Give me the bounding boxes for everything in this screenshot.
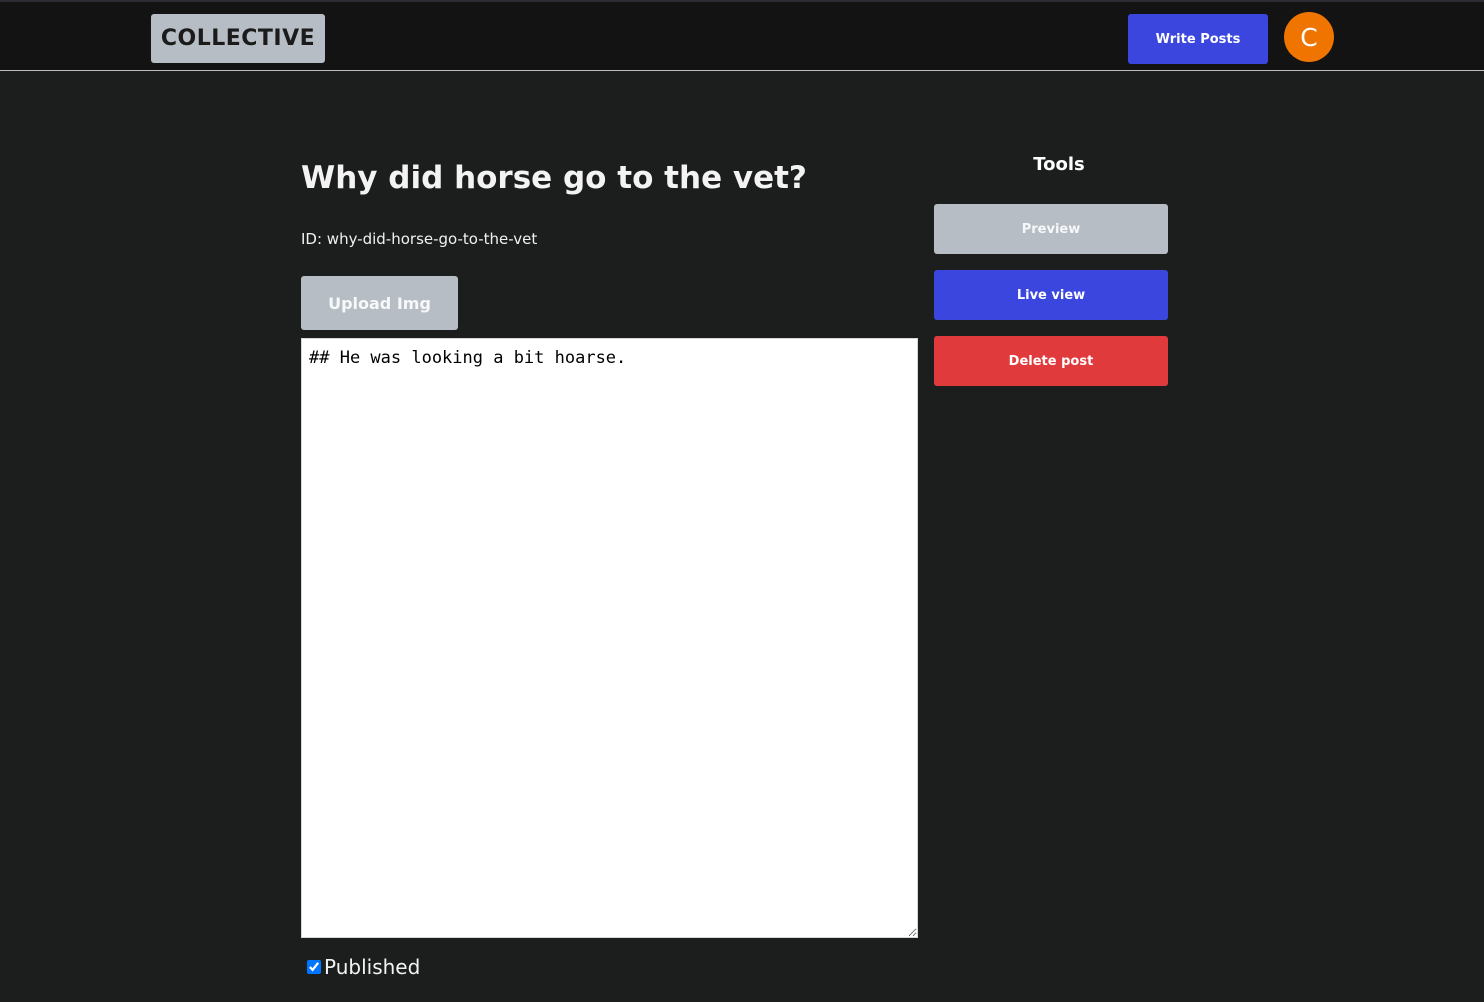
published-label: Published [324,955,421,979]
post-id-label: ID: why-did-horse-go-to-the-vet [301,230,538,248]
top-navbar: COLLECTIVE Write Posts C [0,0,1484,71]
published-toggle[interactable]: Published [305,955,420,979]
user-avatar[interactable]: C [1284,12,1334,62]
post-title: Why did horse go to the vet? [301,160,807,196]
write-posts-button[interactable]: Write Posts [1128,14,1268,64]
tools-heading: Tools [1033,154,1085,175]
post-body-editor[interactable]: ## He was looking a bit hoarse. [301,338,918,938]
preview-button[interactable]: Preview [934,204,1168,254]
upload-image-button[interactable]: Upload Img [301,276,458,330]
delete-post-button[interactable]: Delete post [934,336,1168,386]
live-view-button[interactable]: Live view [934,270,1168,320]
published-checkbox[interactable] [307,960,321,974]
collective-logo-link[interactable]: COLLECTIVE [151,14,325,63]
